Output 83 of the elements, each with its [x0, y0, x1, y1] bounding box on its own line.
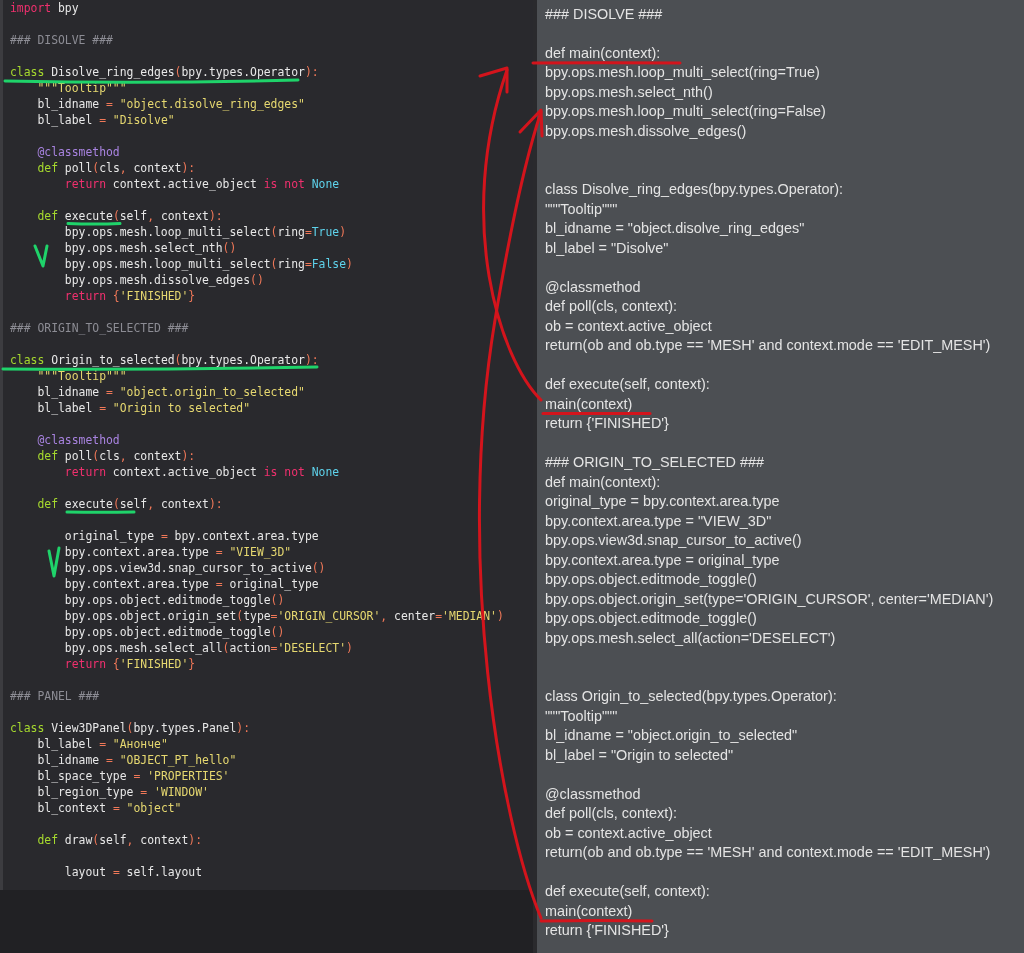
code-line: bl_idname = "object.origin_to_selected"	[36, 386, 305, 398]
code-line: bpy.context.area.type = "VIEW_3D"	[545, 512, 772, 529]
code-line: @classmethod	[36, 434, 120, 446]
code-line: ### ORIGIN_TO_SELECTED ###	[10, 322, 189, 334]
code-line: bpy.ops.view3d.snap_cursor_to_active()	[63, 562, 326, 574]
code-line: bpy.ops.mesh.loop_multi_select(ring=False)	[545, 103, 826, 120]
code-line: class Origin_to_selected(bpy.types.Operator):	[10, 354, 319, 366]
code-line: bpy.ops.mesh.loop_multi_select(ring=True)	[545, 64, 820, 81]
code-line: bpy.context.area.type = "VIEW_3D"	[63, 546, 292, 558]
code-line: bpy.ops.object.editmode_toggle()	[63, 626, 285, 638]
underline-mark	[66, 222, 122, 226]
code-line: bpy.ops.mesh.loop_multi_select(ring=True)	[63, 226, 347, 238]
code-line: def poll(cls, context):	[545, 298, 677, 315]
code-line: bpy.ops.object.editmode_toggle()	[545, 610, 757, 627]
code-line: return(ob and ob.type == 'MESH' and context.mode == 'EDIT_MESH')	[545, 337, 991, 354]
code-line: def execute(self, context):	[36, 498, 223, 510]
code-line: bl_context = "object"	[36, 802, 182, 814]
code-line: layout = self.layout	[63, 866, 203, 878]
code-line: bpy.ops.mesh.select_nth()	[545, 83, 713, 100]
code-line: bpy.ops.object.editmode_toggle()	[545, 571, 757, 588]
code-line: bpy.ops.mesh.loop_multi_select(ring=False)	[63, 258, 353, 270]
code-line: return(ob and ob.type == 'MESH' and context.mode == 'EDIT_MESH')	[545, 844, 991, 861]
code-line: bl_label = "Origin to selected"	[36, 402, 251, 414]
code-line: ### ORIGIN_TO_SELECTED ###	[545, 454, 764, 471]
code-line: def main(context):	[545, 473, 661, 490]
code-line: @classmethod	[36, 146, 120, 158]
code-line: bpy.ops.mesh.select_nth()	[63, 242, 237, 254]
code-line: bl_region_type = 'WINDOW'	[36, 786, 209, 798]
code-line: bpy.context.area.type = original_type	[63, 578, 319, 590]
code-line: def poll(cls, context):	[545, 805, 677, 822]
code-line: bl_space_type = 'PROPERTIES'	[36, 770, 230, 782]
code-line: @classmethod	[545, 785, 641, 802]
code-line: bl_idname = "object.disolve_ring_edges"	[545, 220, 805, 237]
code-line: return {'FINISHED'}	[63, 658, 196, 670]
code-line: @classmethod	[545, 278, 641, 295]
code-line: """Tooltip"""	[545, 707, 618, 724]
code-line: bpy.ops.mesh.dissolve_edges()	[63, 274, 264, 286]
code-line: return {'FINISHED'}	[63, 290, 196, 302]
code-line: class Disolve_ring_edges(bpy.types.Operator):	[545, 181, 844, 198]
code-line: bl_label = "Origin to selected"	[545, 746, 734, 763]
code-line: class Disolve_ring_edges(bpy.types.Operator):	[10, 66, 319, 78]
code-line: bpy.ops.view3d.snap_cursor_to_active()	[545, 532, 802, 549]
code-line: bl_idname = "object.disolve_ring_edges"	[36, 98, 305, 110]
code-line: """Tooltip"""	[36, 370, 127, 382]
code-line: bpy.ops.mesh.select_all(action='DESELECT')	[63, 642, 353, 654]
code-line: class View3DPanel(bpy.types.Panel):	[10, 722, 251, 734]
code-line: ob = context.active_object	[545, 317, 712, 334]
underline-mark	[65, 510, 136, 514]
code-line: main(context)	[545, 902, 633, 919]
code-line: def execute(self, context):	[36, 210, 223, 222]
code-line: class Origin_to_selected(bpy.types.Operator):	[545, 688, 837, 705]
check-mark-icon	[47, 546, 61, 578]
code-line: return {'FINISHED'}	[545, 922, 669, 939]
code-line: bpy.ops.mesh.select_all(action='DESELECT')	[545, 629, 836, 646]
code-line: return context.active_object is not None	[63, 178, 340, 190]
code-line: def draw(self, context):	[36, 834, 203, 846]
code-line: return {'FINISHED'}	[545, 415, 669, 432]
code-line: def execute(self, context):	[545, 376, 710, 393]
code-line: bpy.ops.mesh.dissolve_edges()	[545, 122, 747, 139]
code-line: bl_label = "Disolve"	[36, 114, 175, 126]
code-line: import bpy	[10, 2, 79, 14]
code-line: def poll(cls, context):	[36, 162, 196, 174]
code-line: bpy.ops.object.origin_set(type='ORIGIN_CURSOR', center='MEDIAN')	[545, 590, 994, 607]
code-line: bpy.context.area.type = original_type	[545, 551, 780, 568]
code-line: ### DISOLVE ###	[545, 5, 663, 22]
code-line: original_type = bpy.context.area.type	[545, 493, 780, 510]
code-line: def poll(cls, context):	[36, 450, 196, 462]
code-line: bpy.ops.object.editmode_toggle()	[63, 594, 285, 606]
code-line: main(context)	[545, 395, 633, 412]
code-line: ### DISOLVE ###	[10, 34, 113, 46]
code-line: bl_label = "Анонче"	[36, 738, 168, 750]
code-line: ### PANEL ###	[10, 690, 100, 702]
code-line: ob = context.active_object	[545, 824, 712, 841]
code-line: return context.active_object is not None	[63, 466, 340, 478]
code-line: bl_label = "Disolve"	[545, 239, 669, 256]
code-line: def execute(self, context):	[545, 883, 710, 900]
code-line: original_type = bpy.context.area.type	[63, 530, 319, 542]
code-line: def main(context):	[545, 44, 661, 61]
code-line: """Tooltip"""	[36, 82, 127, 94]
check-mark-icon	[33, 244, 49, 268]
code-line: bl_idname = "OBJECT_PT_hello"	[36, 754, 237, 766]
code-line: bl_idname = "object.origin_to_selected"	[545, 727, 798, 744]
code-line: """Tooltip"""	[545, 200, 618, 217]
